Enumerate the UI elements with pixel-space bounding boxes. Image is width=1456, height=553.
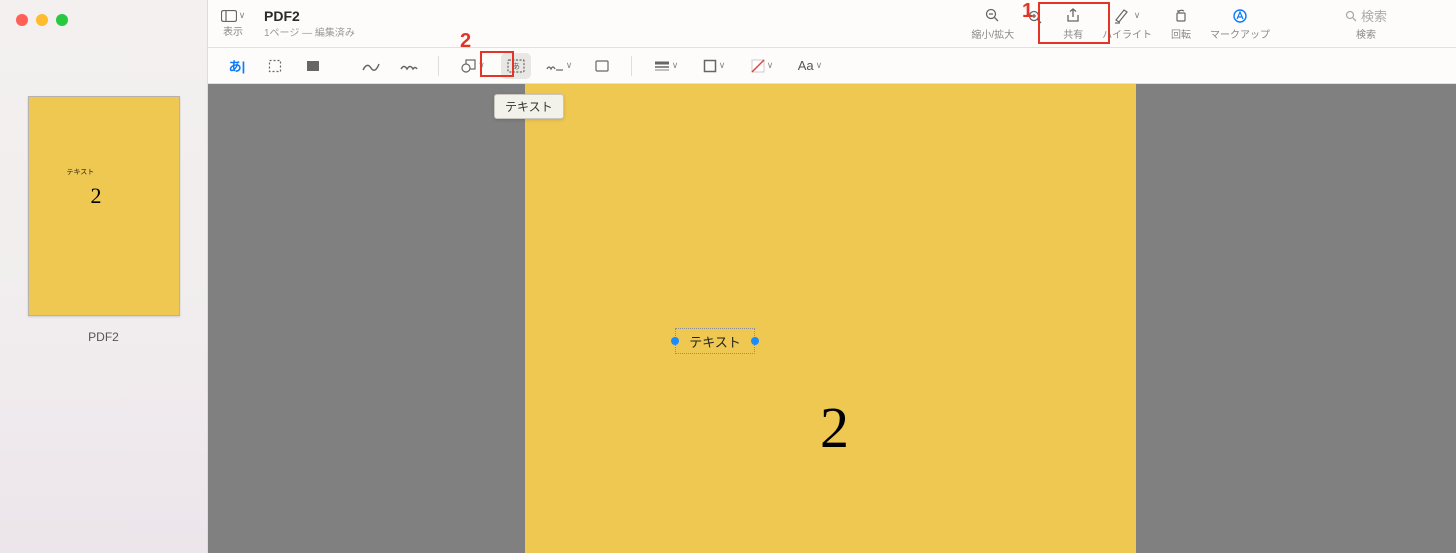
resize-handle-right[interactable] xyxy=(751,337,759,345)
chevron-down-icon: ∨ xyxy=(767,60,774,71)
sketch-tool[interactable] xyxy=(356,53,386,79)
font-icon: Aa xyxy=(798,58,814,73)
svg-text:あ: あ xyxy=(512,62,520,71)
rect-select-tool[interactable] xyxy=(260,53,290,79)
markup-icon xyxy=(1232,7,1248,25)
markup-toolbar: あ| ∨ あ ∨ ∨ ∨ ∨ Aa∨ xyxy=(208,48,1456,84)
thumbnail-page-number: 2 xyxy=(91,183,102,209)
shapes-tool[interactable]: ∨ xyxy=(453,53,493,79)
title-text: PDF2 xyxy=(264,8,355,24)
sidebar-icon: ∨ xyxy=(221,10,246,22)
note-tool[interactable] xyxy=(587,53,617,79)
sign-icon xyxy=(546,60,564,72)
rect-select-icon xyxy=(268,59,282,73)
zoom-in-icon xyxy=(1028,9,1043,27)
sign-tool[interactable]: ∨ xyxy=(539,53,579,79)
close-icon[interactable] xyxy=(16,14,28,26)
page-thumbnail[interactable]: テキスト 2 xyxy=(28,96,180,316)
text-annotation[interactable]: テキスト xyxy=(675,328,755,354)
search-icon xyxy=(1345,10,1357,22)
chevron-down-icon: ∨ xyxy=(566,60,573,71)
rotate-icon xyxy=(1174,7,1189,25)
thumbnail-panel: テキスト 2 PDF2 xyxy=(0,36,207,553)
textbox-content: テキスト xyxy=(689,332,741,351)
text-select-icon: あ| xyxy=(229,56,246,75)
shapes-icon xyxy=(461,59,476,73)
search-label: 検索 xyxy=(1356,26,1376,41)
chevron-down-icon: ∨ xyxy=(672,60,679,71)
search-placeholder: 検索 xyxy=(1361,6,1387,25)
minimize-icon[interactable] xyxy=(36,14,48,26)
chevron-down-icon: ∨ xyxy=(816,60,823,71)
canvas[interactable]: テキスト 2 テキスト xyxy=(208,84,1456,553)
markup-label: マークアップ xyxy=(1210,26,1270,41)
zoom-out-icon xyxy=(985,7,1000,25)
sketch-icon xyxy=(362,60,380,72)
zoom-in-button[interactable] xyxy=(1020,0,1050,47)
main-area: ∨ 表示 PDF2 1ページ — 編集済み 縮小/拡大 xyxy=(208,0,1456,553)
border-color-icon xyxy=(703,59,717,73)
rotate-label: 回転 xyxy=(1171,26,1191,41)
share-button[interactable]: 共有 xyxy=(1050,0,1096,47)
zoom-label: 縮小/拡大 xyxy=(971,26,1014,41)
resize-handle-left[interactable] xyxy=(671,337,679,345)
stroke-style-tool[interactable]: ∨ xyxy=(646,53,686,79)
chevron-down-icon: ∨ xyxy=(478,60,485,71)
font-style-tool[interactable]: Aa∨ xyxy=(790,53,830,79)
text-icon: あ xyxy=(507,59,525,73)
document-title: PDF2 1ページ — 編集済み xyxy=(264,8,355,39)
draw-tool[interactable] xyxy=(394,53,424,79)
redact-tool[interactable] xyxy=(298,53,328,79)
text-select-tool[interactable]: あ| xyxy=(222,53,252,79)
thumbnail-label: PDF2 xyxy=(16,330,191,344)
pdf-page[interactable]: テキスト 2 xyxy=(525,84,1136,553)
markup-button[interactable]: マークアップ xyxy=(1204,0,1276,47)
tooltip: テキスト xyxy=(494,94,564,119)
zoom-out-button[interactable]: 縮小/拡大 xyxy=(965,0,1020,47)
maximize-icon[interactable] xyxy=(56,14,68,26)
chevron-down-icon: ∨ xyxy=(719,60,726,71)
fill-color-icon xyxy=(751,59,765,73)
subtitle-text: 1ページ — 編集済み xyxy=(264,24,355,39)
titlebar: ∨ 表示 PDF2 1ページ — 編集済み 縮小/拡大 xyxy=(208,0,1456,48)
note-icon xyxy=(595,60,609,72)
share-label: 共有 xyxy=(1063,26,1083,41)
window-controls xyxy=(0,0,207,36)
sidebar: テキスト 2 PDF2 xyxy=(0,0,208,553)
rotate-button[interactable]: 回転 xyxy=(1158,0,1204,47)
border-color-tool[interactable]: ∨ xyxy=(694,53,734,79)
page-number-text: 2 xyxy=(820,394,849,461)
search-field[interactable]: 検索 検索 xyxy=(1276,7,1456,41)
draw-icon xyxy=(400,60,418,72)
fill-color-tool[interactable]: ∨ xyxy=(742,53,782,79)
highlight-button[interactable]: ∨ ハイライト xyxy=(1096,0,1158,47)
view-menu-button[interactable]: ∨ 表示 xyxy=(208,0,258,47)
view-label: 表示 xyxy=(223,23,243,38)
thumbnail-textbox: テキスト xyxy=(67,167,95,177)
redact-icon xyxy=(306,60,320,72)
text-tool[interactable]: あ xyxy=(501,53,531,79)
stroke-icon xyxy=(654,61,670,71)
share-icon xyxy=(1066,7,1080,25)
highlight-icon: ∨ xyxy=(1114,7,1141,25)
highlight-label: ハイライト xyxy=(1102,26,1152,41)
